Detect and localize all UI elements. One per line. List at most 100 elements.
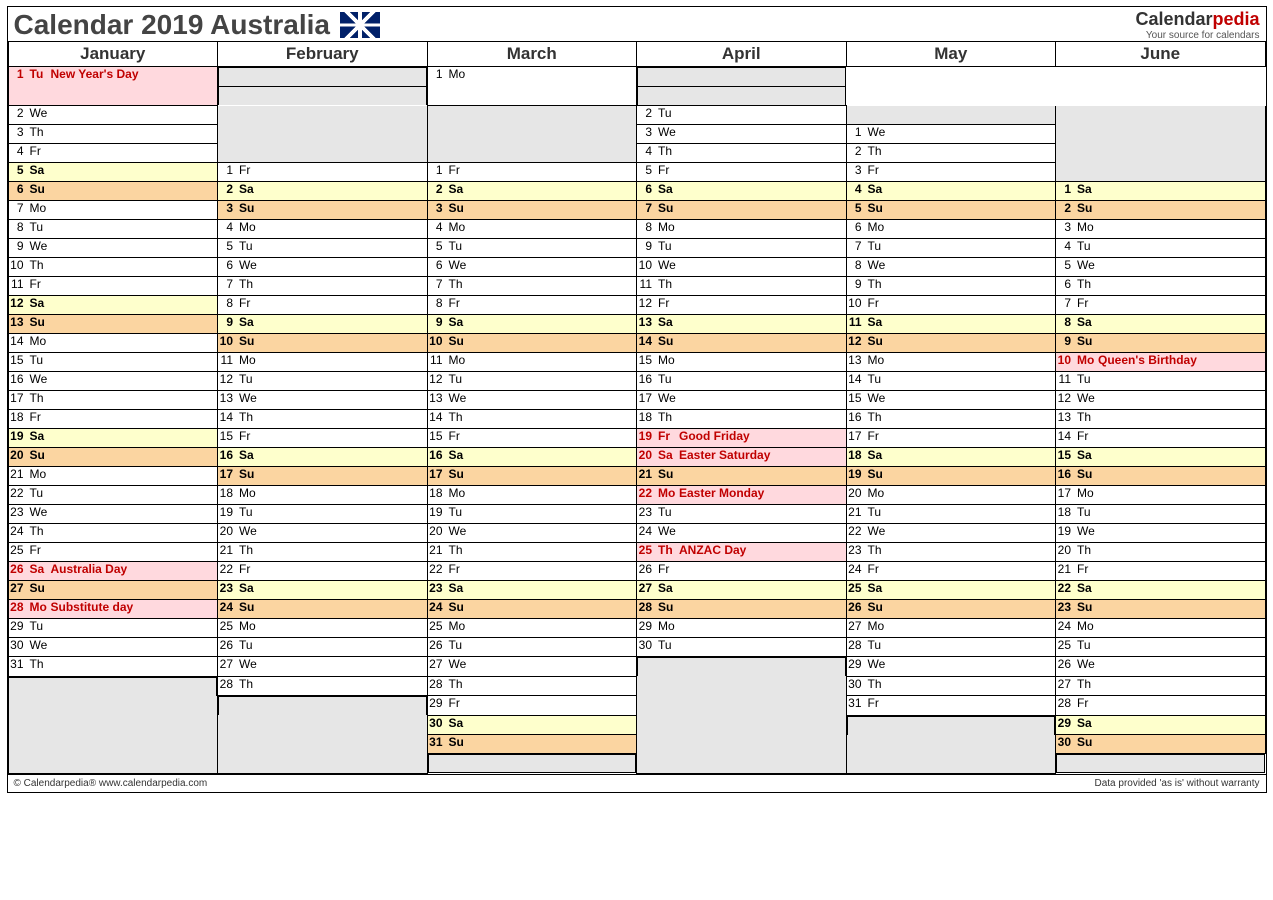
empty-cell [8, 696, 218, 716]
day-cell: 5Tu [427, 239, 637, 258]
day-cell: 11Sa [846, 315, 1056, 334]
day-cell: 25Tu [1056, 638, 1266, 657]
day-cell: 2Th [846, 144, 1056, 163]
day-cell: 27We [218, 657, 428, 677]
day-cell: 20We [218, 524, 428, 543]
day-cell: 28MoSubstitute day [8, 600, 218, 619]
day-cell: 19Su [846, 467, 1056, 486]
empty-cell [1056, 125, 1266, 144]
day-cell: 1Fr [218, 163, 428, 182]
day-cell: 9Th [846, 277, 1056, 296]
day-cell: 18Mo [218, 486, 428, 505]
day-cell: 4Mo [427, 220, 637, 239]
day-cell: 15We [846, 391, 1056, 410]
day-cell: 30Tu [637, 638, 847, 657]
day-cell: 24Fr [846, 562, 1056, 581]
empty-cell [218, 144, 428, 163]
day-cell: 17Su [218, 467, 428, 486]
empty-cell [846, 735, 1056, 754]
day-cell: 1Sa [1056, 182, 1266, 201]
day-cell: 11Tu [1056, 372, 1266, 391]
day-cell: 3Su [427, 201, 637, 220]
empty-cell [846, 754, 1056, 774]
day-cell: 10Su [218, 334, 428, 353]
day-cell: 9Sa [427, 315, 637, 334]
day-cell: 24Th [8, 524, 218, 543]
day-cell: 14Fr [1056, 429, 1266, 448]
day-cell: 19Tu [427, 505, 637, 524]
day-cell: 15Sa [1056, 448, 1266, 467]
day-cell: 3We [637, 125, 847, 144]
day-cell: 20We [427, 524, 637, 543]
day-cell: 4Mo [218, 220, 428, 239]
day-cell: 16We [8, 372, 218, 391]
day-cell: 13Th [1056, 410, 1266, 429]
day-cell: 27Su [8, 581, 218, 600]
day-cell: 20Mo [846, 486, 1056, 505]
day-cell: 9Tu [637, 239, 847, 258]
day-cell: 20Th [1056, 543, 1266, 562]
day-cell: 14Mo [8, 334, 218, 353]
empty-cell [1056, 106, 1266, 125]
day-cell: 8Sa [1056, 315, 1266, 334]
day-cell: 13We [218, 391, 428, 410]
day-cell: 28Th [218, 676, 428, 696]
empty-cell [8, 715, 218, 735]
day-cell: 22Sa [1056, 581, 1266, 600]
day-cell: 20SaEaster Saturday [637, 448, 847, 467]
day-cell: 2Su [1056, 201, 1266, 220]
day-cell: 12Fr [637, 296, 847, 315]
day-cell: 29Tu [8, 619, 218, 638]
day-cell: 14Su [637, 334, 847, 353]
day-cell: 13Su [8, 315, 218, 334]
day-cell: 27We [427, 657, 637, 677]
day-cell: 30We [8, 638, 218, 657]
calendar-page: Calendar 2019 Australia Calendarpedia Yo… [7, 6, 1267, 793]
day-cell: 4Sa [846, 182, 1056, 201]
brand-name-1: Calendar [1135, 9, 1212, 29]
day-cell: 7Th [427, 277, 637, 296]
day-cell: 1Fr [427, 163, 637, 182]
empty-cell [637, 67, 846, 86]
day-cell: 14Th [218, 410, 428, 429]
day-cell: 27Mo [846, 619, 1056, 638]
calendar-table: JanuaryFebruaryMarchAprilMayJune 1TuNew … [8, 41, 1266, 774]
day-cell: 18Tu [1056, 505, 1266, 524]
empty-cell [637, 696, 847, 716]
footer-left: © Calendarpedia® www.calendarpedia.com [14, 778, 208, 789]
day-cell: 16Sa [427, 448, 637, 467]
empty-cell [427, 144, 637, 163]
australia-flag-icon [340, 12, 380, 38]
day-cell: 26Fr [637, 562, 847, 581]
day-cell: 13Mo [846, 353, 1056, 372]
day-cell: 22We [846, 524, 1056, 543]
day-cell: 5Tu [218, 239, 428, 258]
day-cell: 23Sa [427, 581, 637, 600]
day-cell: 11Mo [218, 353, 428, 372]
empty-cell [637, 735, 847, 754]
day-cell: 13Sa [637, 315, 847, 334]
empty-cell [218, 125, 428, 144]
day-cell: 2Sa [427, 182, 637, 201]
day-cell: 17Th [8, 391, 218, 410]
empty-cell [218, 754, 428, 774]
day-cell: 3Th [8, 125, 218, 144]
day-cell: 19We [1056, 524, 1266, 543]
day-cell: 29Sa [1056, 715, 1266, 735]
day-cell: 11Fr [8, 277, 218, 296]
day-cell: 2We [8, 106, 218, 125]
day-cell: 2Tu [637, 106, 847, 125]
day-cell: 22Fr [427, 562, 637, 581]
empty-cell [428, 754, 637, 773]
day-cell: 5Su [846, 201, 1056, 220]
day-cell: 29We [846, 657, 1056, 677]
empty-cell [1056, 754, 1265, 773]
day-cell: 25ThANZAC Day [637, 543, 847, 562]
day-cell: 27Sa [637, 581, 847, 600]
day-cell: 28Fr [1056, 696, 1266, 716]
empty-cell [1056, 144, 1266, 163]
day-cell: 8Mo [637, 220, 847, 239]
day-cell: 14Th [427, 410, 637, 429]
day-cell: 23We [8, 505, 218, 524]
day-cell: 1Mo [427, 67, 637, 106]
